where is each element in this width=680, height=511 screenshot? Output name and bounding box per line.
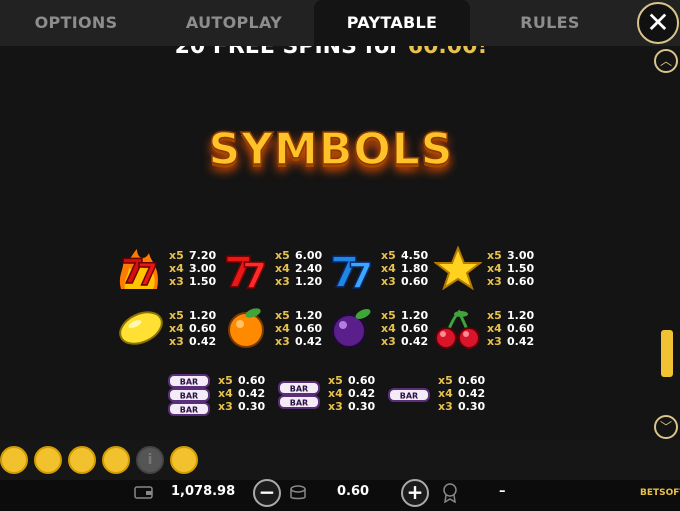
win-value: –: [499, 484, 506, 499]
scrollbar[interactable]: [662, 46, 680, 440]
svg-text:7: 7: [242, 256, 267, 291]
forward-button[interactable]: ▶: [102, 446, 130, 474]
triple-bar-symbol: BAR BAR BAR: [168, 374, 210, 416]
help-button[interactable]: ?: [170, 446, 198, 474]
lemon-symbol: [119, 311, 163, 345]
paytable-entry: x5 0.60 x4 0.42 x3 0.30: [218, 374, 266, 413]
paytable-entry: x5 7.20 x4 3.00 x3 1.50: [169, 249, 217, 288]
paytable-entry: x5 1.20 x4 0.60 x3 0.42: [169, 309, 217, 348]
settings-icon: ⚙: [75, 452, 89, 468]
flaming-seven-symbol: 7 7: [119, 249, 159, 291]
scroll-thumb[interactable]: [661, 330, 673, 377]
settings-button[interactable]: ⚙: [68, 446, 96, 474]
forward-icon: ▶: [110, 452, 122, 468]
balance-value: 1,078.98: [171, 484, 236, 499]
close-icon: ✕: [646, 6, 670, 39]
tab-autoplay[interactable]: AUTOPLAY: [158, 0, 310, 46]
bet-value: 0.60: [337, 484, 370, 499]
chevron-up-icon: ︿: [659, 54, 672, 68]
red-seven-symbol: 7 7: [223, 247, 268, 291]
home-button[interactable]: ◀: [0, 446, 28, 474]
svg-text:BAR: BAR: [180, 406, 198, 415]
paytable-entry: x5 1.20 x4 0.60 x3 0.42: [487, 309, 535, 348]
paytable-entry: x5 3.00 x4 1.50 x3 0.60: [487, 249, 535, 288]
decrease-bet-button[interactable]: −: [253, 479, 281, 507]
close-button[interactable]: ✕: [637, 2, 679, 44]
svg-text:7: 7: [348, 256, 373, 291]
bottom-bar: [0, 440, 680, 511]
plum-symbol: [332, 309, 371, 348]
paytable-entry: x5 4.50 x4 1.80 x3 0.60: [381, 249, 429, 288]
paytable-entry: x5 6.00 x4 2.40 x3 1.20: [275, 249, 323, 288]
tab-options[interactable]: OPTIONS: [0, 0, 152, 46]
paytable-entry: x5 1.20 x4 0.60 x3 0.42: [381, 309, 429, 348]
info-button[interactable]: i: [136, 446, 164, 474]
single-bar-symbol: BAR: [388, 388, 430, 402]
increase-bet-button[interactable]: +: [401, 479, 429, 507]
betsoft-logo: BETSOFT: [640, 488, 680, 498]
svg-text:BAR: BAR: [290, 385, 308, 394]
back-icon: ◀: [42, 452, 54, 468]
home-icon: ◀: [8, 452, 20, 468]
wallet-icon: [134, 486, 153, 499]
chevron-down-icon: ﹀: [659, 420, 672, 434]
svg-text:BAR: BAR: [400, 392, 418, 401]
svg-text:BAR: BAR: [290, 399, 308, 408]
paytable-entry: x5 0.60 x4 0.42 x3 0.30: [328, 374, 376, 413]
info-icon: i: [147, 452, 153, 468]
cherries-symbol: [435, 309, 480, 349]
svg-text:BAR: BAR: [180, 392, 198, 401]
tab-rules[interactable]: RULES: [474, 0, 626, 46]
paytable-entry: x5 0.60 x4 0.42 x3 0.30: [438, 374, 486, 413]
tab-paytable[interactable]: PAYTABLE: [314, 0, 470, 46]
paytable-entry: x5 1.20 x4 0.60 x3 0.42: [275, 309, 323, 348]
svg-text:BAR: BAR: [180, 378, 198, 387]
tab-bar: OPTIONS AUTOPLAY PAYTABLE RULES ✕: [0, 0, 680, 46]
scroll-down-button[interactable]: ﹀: [654, 415, 678, 439]
star-symbol: [434, 246, 482, 290]
scroll-up-button[interactable]: ︿: [654, 49, 678, 73]
double-bar-symbol: BAR BAR: [278, 381, 320, 409]
award-icon: [443, 483, 457, 503]
free-spins-text: 20 FREE SPINS for 60.00!: [174, 46, 488, 59]
help-icon: ?: [179, 452, 189, 468]
blue-seven-symbol: 7 7: [329, 247, 374, 291]
orange-symbol: [228, 308, 264, 348]
coins-icon: [290, 485, 306, 500]
back-button[interactable]: ◀: [34, 446, 62, 474]
svg-text:7: 7: [137, 258, 158, 291]
symbols-title: SYMBOLS: [208, 123, 454, 176]
